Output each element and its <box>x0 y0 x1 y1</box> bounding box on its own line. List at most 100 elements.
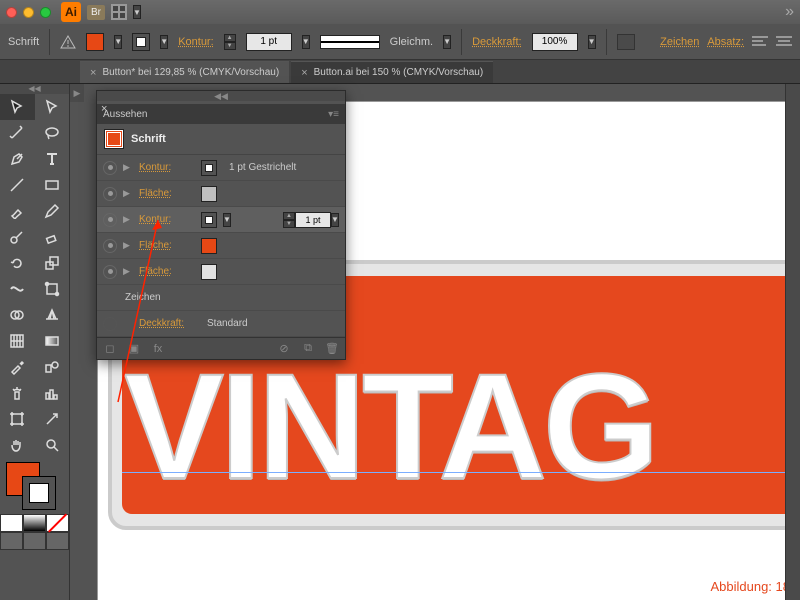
brush-preview[interactable] <box>320 35 380 49</box>
visibility-toggle[interactable] <box>103 265 117 279</box>
panel-close-button[interactable]: × <box>101 103 107 115</box>
perspective-grid-tool[interactable] <box>35 302 70 328</box>
opacity-label[interactable]: Deckkraft: <box>139 318 195 329</box>
type-tool[interactable] <box>35 146 70 172</box>
character-panel-link[interactable]: Zeichen <box>660 36 699 48</box>
pen-tool[interactable] <box>0 146 35 172</box>
scale-tool[interactable] <box>35 250 70 276</box>
line-tool[interactable] <box>0 172 35 198</box>
appearance-row-fill[interactable]: ▶ Fläche: <box>97 233 345 259</box>
duplicate-item-button[interactable]: ⧉ <box>301 342 315 356</box>
color-mode-none[interactable] <box>46 514 69 532</box>
direct-selection-tool[interactable] <box>35 94 70 120</box>
stroke-weight-input[interactable] <box>295 212 331 228</box>
bridge-button[interactable]: Br <box>87 5 105 20</box>
clear-appearance-button[interactable]: ⊘ <box>277 342 291 356</box>
color-mode-solid[interactable] <box>0 514 23 532</box>
paragraph-panel-link[interactable]: Absatz: <box>707 36 744 48</box>
rectangle-tool[interactable] <box>35 172 70 198</box>
visibility-toggle[interactable] <box>103 213 117 227</box>
draw-behind[interactable] <box>23 532 46 550</box>
align-left-icon[interactable] <box>752 36 768 48</box>
row-swatch[interactable] <box>201 238 217 254</box>
paintbrush-tool[interactable] <box>0 198 35 224</box>
panel-menu-button[interactable]: ▾≡ <box>328 109 339 120</box>
row-label[interactable]: Fläche: <box>139 188 195 199</box>
brush-dropdown[interactable]: ▼ <box>443 35 451 49</box>
zoom-window-button[interactable] <box>40 7 51 18</box>
disclosure-triangle[interactable]: ▶ <box>123 266 133 277</box>
row-swatch[interactable] <box>201 160 217 176</box>
artboard-tool[interactable] <box>0 406 35 432</box>
panel-tab[interactable]: Aussehen ▾≡ <box>97 104 345 124</box>
stroke-label-link[interactable]: Kontur: <box>178 36 213 48</box>
document-tab[interactable]: × Button* bei 129,85 % (CMYK/Vorschau) <box>80 61 289 83</box>
shape-builder-tool[interactable] <box>0 302 35 328</box>
draw-inside[interactable] <box>46 532 69 550</box>
panel-collapse-button[interactable]: ◀◀ <box>97 91 345 101</box>
stroke-weight-input[interactable] <box>246 33 292 51</box>
close-tab-icon[interactable]: × <box>301 67 307 79</box>
symbol-sprayer-tool[interactable] <box>0 380 35 406</box>
mesh-tool[interactable] <box>0 328 35 354</box>
appearance-row-stroke[interactable]: ▶ Kontur: 1 pt Gestrichelt <box>97 155 345 181</box>
column-graph-tool[interactable] <box>35 380 70 406</box>
arrange-docs-button[interactable] <box>111 4 127 20</box>
slice-tool[interactable] <box>35 406 70 432</box>
opacity-label-link[interactable]: Deckkraft: <box>472 36 522 48</box>
disclosure-triangle[interactable]: ▶ <box>123 240 133 251</box>
pencil-tool[interactable] <box>35 198 70 224</box>
opacity-dropdown[interactable]: ▼ <box>588 35 596 49</box>
eyedropper-tool[interactable] <box>0 354 35 380</box>
visibility-toggle[interactable] <box>103 161 117 175</box>
row-swatch[interactable] <box>201 186 217 202</box>
eraser-tool[interactable] <box>35 224 70 250</box>
disclosure-triangle[interactable]: ▶ <box>123 162 133 173</box>
hand-tool[interactable] <box>0 432 35 458</box>
disclosure-triangle[interactable]: ▶ <box>123 214 133 225</box>
arrange-dropdown[interactable]: ▼ <box>133 5 141 19</box>
magic-wand-tool[interactable] <box>0 120 35 146</box>
row-label[interactable]: Fläche: <box>139 240 195 251</box>
add-effect-button[interactable]: fx <box>151 342 165 356</box>
appearance-row-characters[interactable]: Zeichen <box>97 285 345 311</box>
stroke-weight-stepper[interactable]: ▲▼ <box>283 212 295 228</box>
document-tab[interactable]: × Button.ai bei 150 % (CMYK/Vorschau) <box>291 61 493 83</box>
fill-stroke-control[interactable] <box>0 458 69 514</box>
visibility-toggle[interactable] <box>103 317 117 331</box>
stroke-swatch[interactable] <box>132 33 150 51</box>
new-stroke-button[interactable]: ◻ <box>103 342 117 356</box>
tools-collapse-button[interactable]: ◀◀ <box>0 84 69 94</box>
row-swatch-dropdown[interactable]: ▼ <box>223 213 231 227</box>
rotate-tool[interactable] <box>0 250 35 276</box>
row-label[interactable]: Kontur: <box>139 162 195 173</box>
width-tool[interactable] <box>0 276 35 302</box>
color-mode-gradient[interactable] <box>23 514 46 532</box>
opacity-input[interactable] <box>532 33 578 51</box>
vertical-scrollbar[interactable] <box>785 84 800 600</box>
fill-swatch[interactable] <box>86 33 104 51</box>
visibility-toggle[interactable] <box>103 187 117 201</box>
selection-tool[interactable] <box>0 94 35 120</box>
blob-brush-tool[interactable] <box>0 224 35 250</box>
row-swatch[interactable] <box>201 212 217 228</box>
visibility-toggle[interactable] <box>103 239 117 253</box>
fill-swatch-dropdown[interactable]: ▼ <box>114 35 122 49</box>
panel-dock-collapse[interactable]: ▶ <box>70 84 84 102</box>
close-window-button[interactable] <box>6 7 17 18</box>
disclosure-triangle[interactable]: ▶ <box>123 188 133 199</box>
delete-item-button[interactable]: 🗑 <box>325 342 339 356</box>
align-center-icon[interactable] <box>776 36 792 48</box>
zoom-tool[interactable] <box>35 432 70 458</box>
appearance-row-opacity[interactable]: Deckkraft: Standard <box>97 311 345 337</box>
lasso-tool[interactable] <box>35 120 70 146</box>
close-tab-icon[interactable]: × <box>90 67 96 79</box>
row-label[interactable]: Fläche: <box>139 266 195 277</box>
appearance-row-fill[interactable]: ▶ Fläche: <box>97 259 345 285</box>
stroke-weight-dropdown[interactable]: ▼ <box>331 213 339 227</box>
stroke-weight-stepper[interactable]: ▲▼ <box>224 34 236 50</box>
stroke-swatch-dropdown[interactable]: ▼ <box>160 35 168 49</box>
new-fill-button[interactable]: ▣ <box>127 342 141 356</box>
recolor-button[interactable] <box>617 34 635 50</box>
row-label[interactable]: Kontur: <box>139 214 195 225</box>
